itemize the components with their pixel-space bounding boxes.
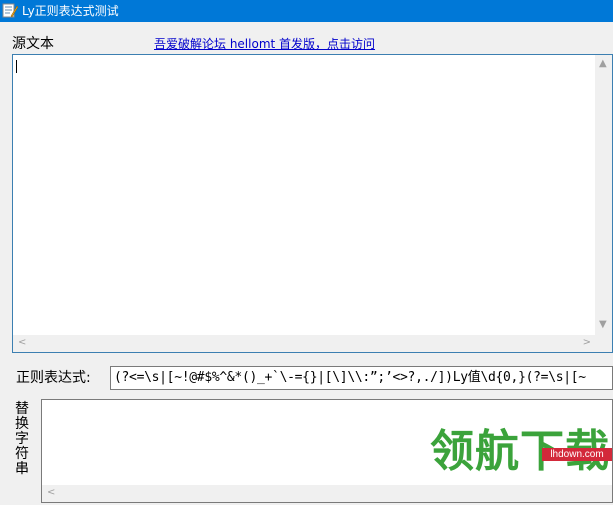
text-caret — [16, 60, 17, 73]
watermark-logo: 领航下载 lhdown.com — [430, 418, 613, 503]
source-text-area[interactable]: ▲ ▼ < > — [12, 54, 613, 353]
scroll-up-arrow-icon[interactable]: ▲ — [599, 59, 607, 69]
regex-input[interactable]: (?<=\s|[~!@#$%^&*()_+`\-={}|[\]\\:”;’<>?… — [110, 366, 613, 390]
scroll-left-arrow-icon[interactable]: < — [18, 338, 26, 348]
scroll-right-arrow-icon[interactable]: > — [583, 338, 591, 348]
source-horizontal-scrollbar[interactable]: < > — [13, 335, 596, 352]
scrollbar-corner — [595, 335, 612, 352]
regex-input-value: (?<=\s|[~!@#$%^&*()_+`\-={}|[\]\\:”;’<>?… — [114, 370, 586, 385]
app-edit-icon — [2, 2, 19, 19]
watermark-badge: lhdown.com — [542, 448, 612, 461]
source-vertical-scrollbar[interactable]: ▲ ▼ — [595, 55, 612, 352]
forum-link[interactable]: 吾爱破解论坛 hellomt 首发版，点击访问 — [154, 37, 375, 51]
window-title: Ly正则表达式测试 — [22, 4, 119, 18]
replace-string-label: 替换字符串 — [15, 401, 29, 477]
scroll-left-arrow-icon[interactable]: < — [47, 488, 55, 498]
scroll-down-arrow-icon[interactable]: ▼ — [599, 320, 607, 330]
regex-label: 正则表达式: — [16, 370, 91, 386]
source-text-label: 源文本 — [12, 36, 54, 52]
title-bar[interactable]: Ly正则表达式测试 — [0, 0, 613, 22]
